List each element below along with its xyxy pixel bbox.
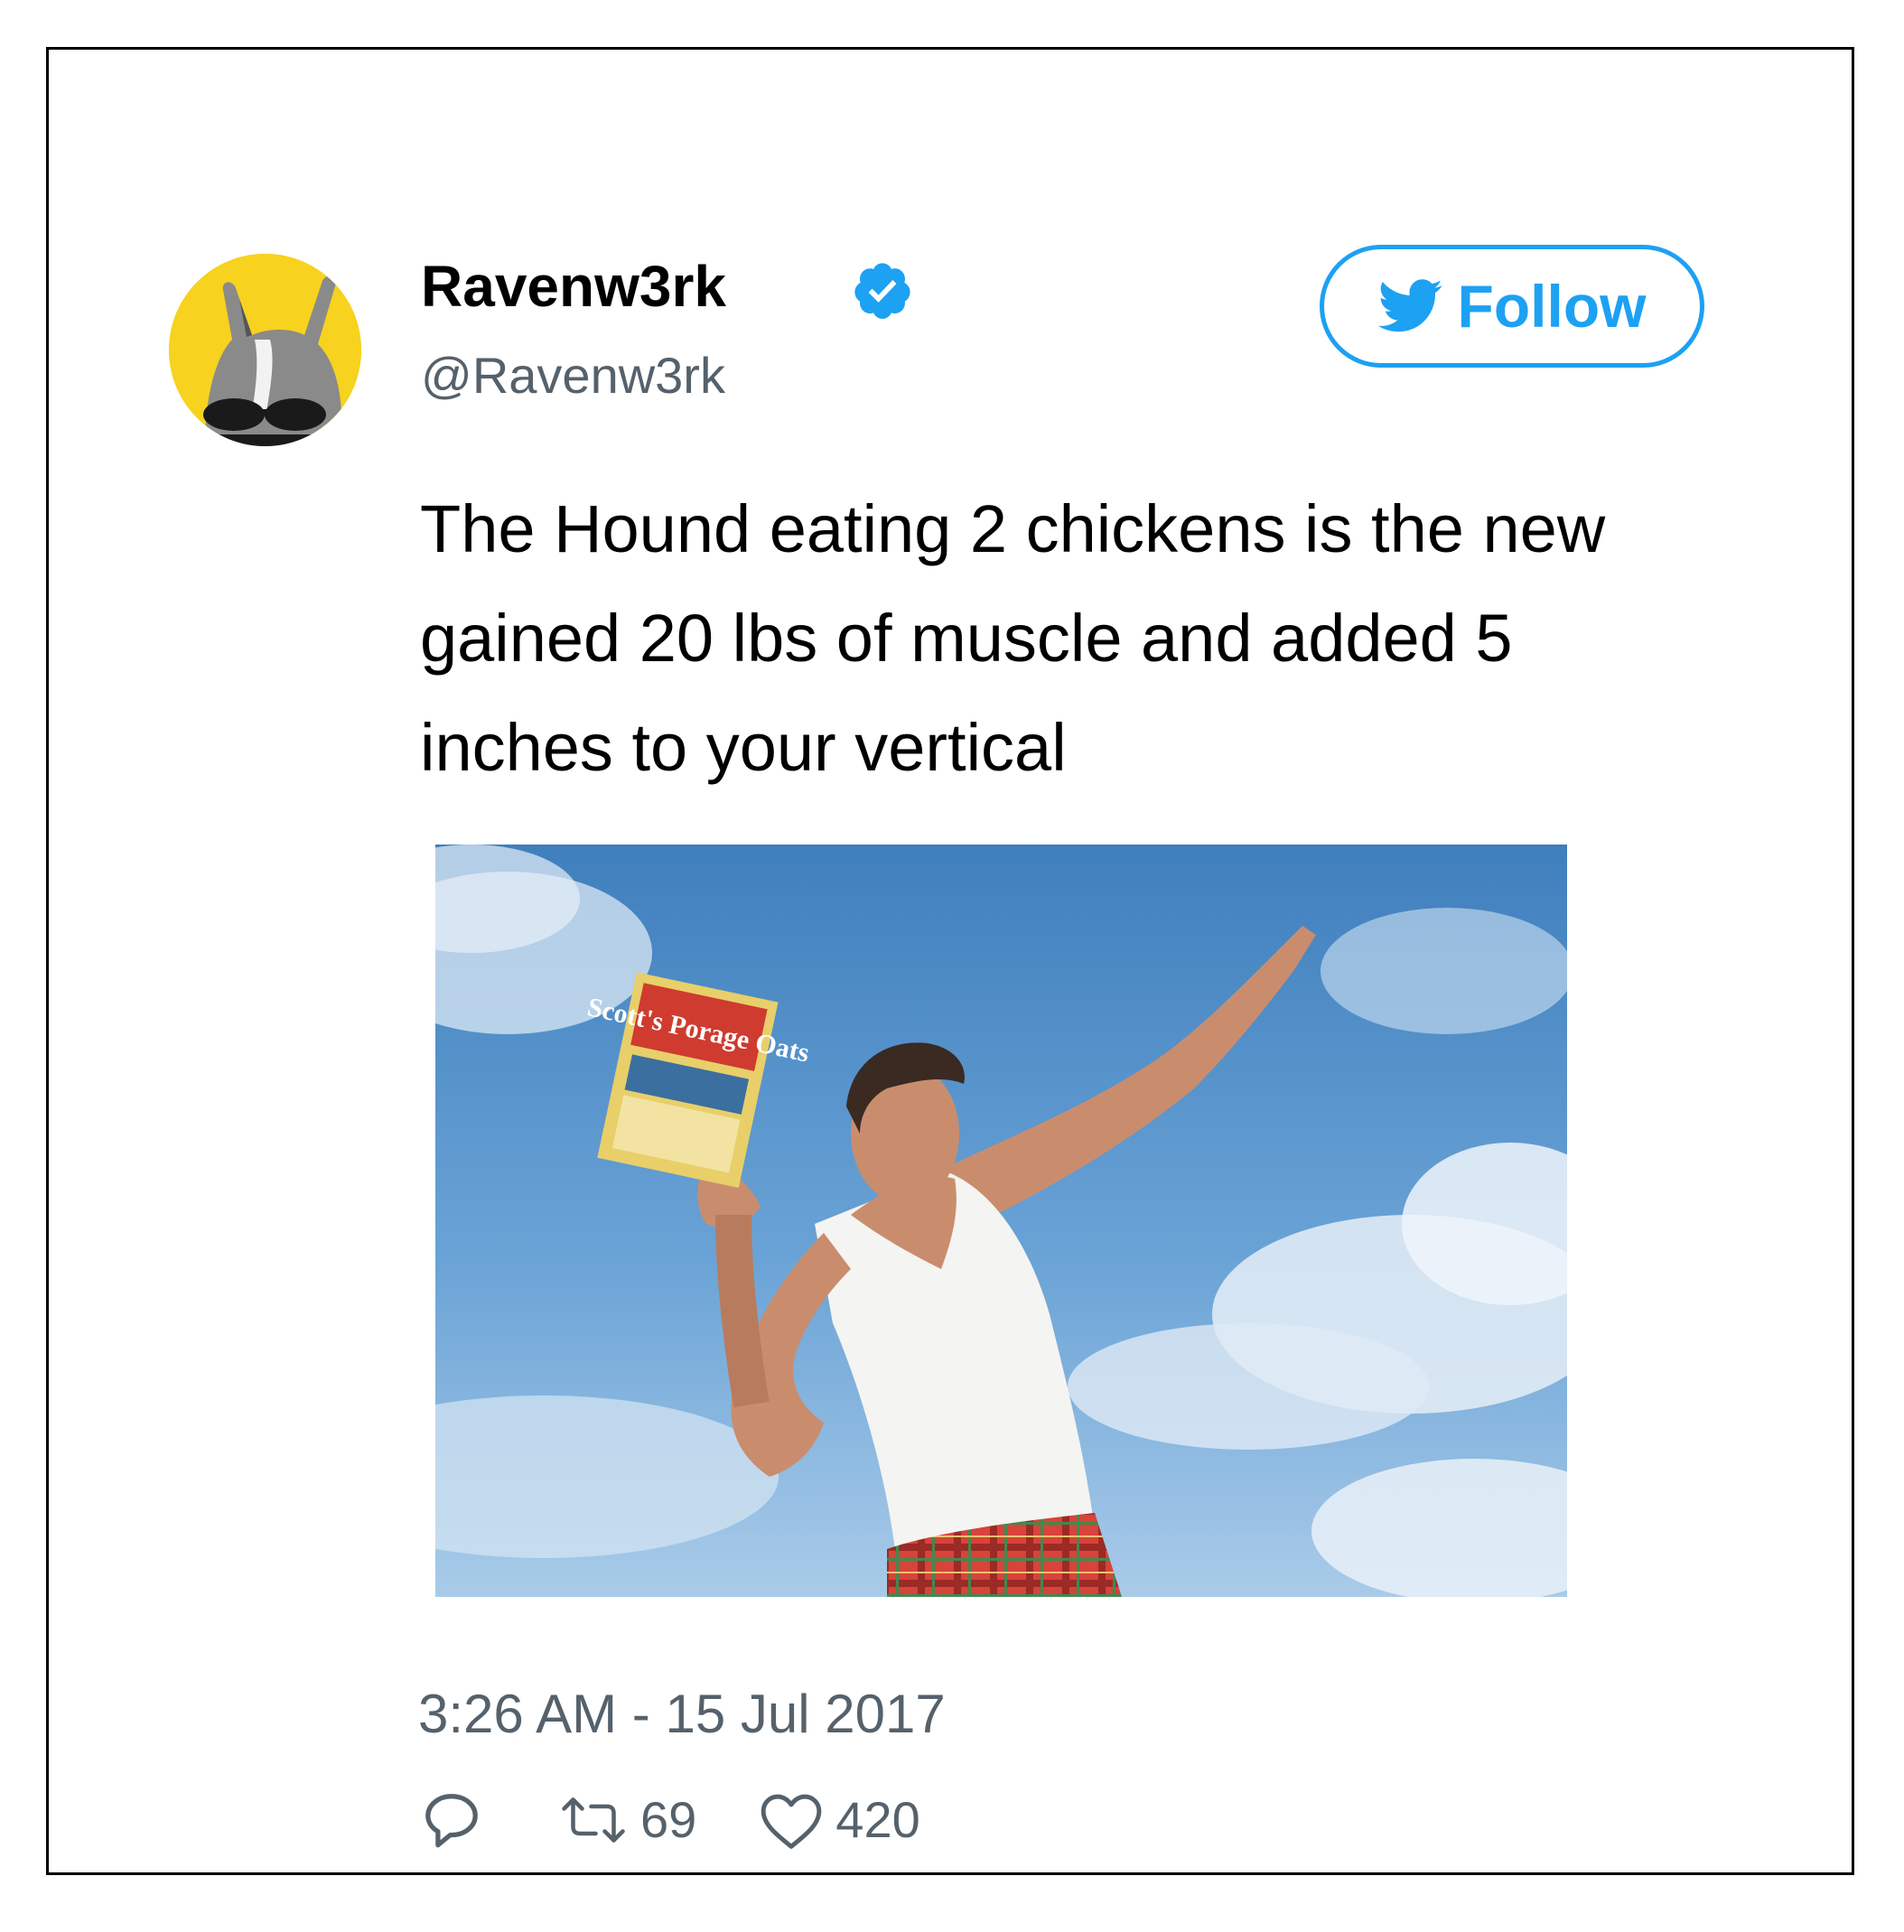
bird-icon xyxy=(1377,279,1442,332)
verified-badge-icon xyxy=(851,259,914,322)
tweet-media-photo[interactable]: Scott's Porage Oats xyxy=(435,845,1567,1597)
like-button[interactable]: 420 xyxy=(758,1789,920,1851)
reply-icon xyxy=(425,1794,478,1848)
user-handle[interactable]: @Ravenw3rk xyxy=(421,346,725,406)
avatar[interactable] xyxy=(169,254,361,446)
follow-button[interactable]: Follow xyxy=(1320,245,1704,368)
tweet-text: The Hound eating 2 chickens is the new g… xyxy=(420,491,1606,785)
retweet-count: 69 xyxy=(640,1791,697,1848)
retweet-button[interactable]: 69 xyxy=(557,1791,696,1849)
heart-icon xyxy=(761,1794,822,1849)
display-name[interactable]: Ravenw3rk xyxy=(421,252,726,321)
photo-man-in-kilt: Scott's Porage Oats xyxy=(435,845,1567,1597)
tweet-actions: 69 420 xyxy=(418,1784,920,1856)
tweet-timestamp[interactable]: 3:26 AM - 15 Jul 2017 xyxy=(418,1683,946,1746)
retweet-icon xyxy=(562,1797,625,1843)
avatar-rabbit-icon xyxy=(169,254,361,446)
reply-button[interactable] xyxy=(418,1787,485,1853)
follow-button-label: Follow xyxy=(1457,273,1647,340)
like-count: 420 xyxy=(835,1791,920,1848)
tweet-card: Ravenw3rk @Ravenw3rk Follow The Hound ea… xyxy=(46,47,1854,1875)
